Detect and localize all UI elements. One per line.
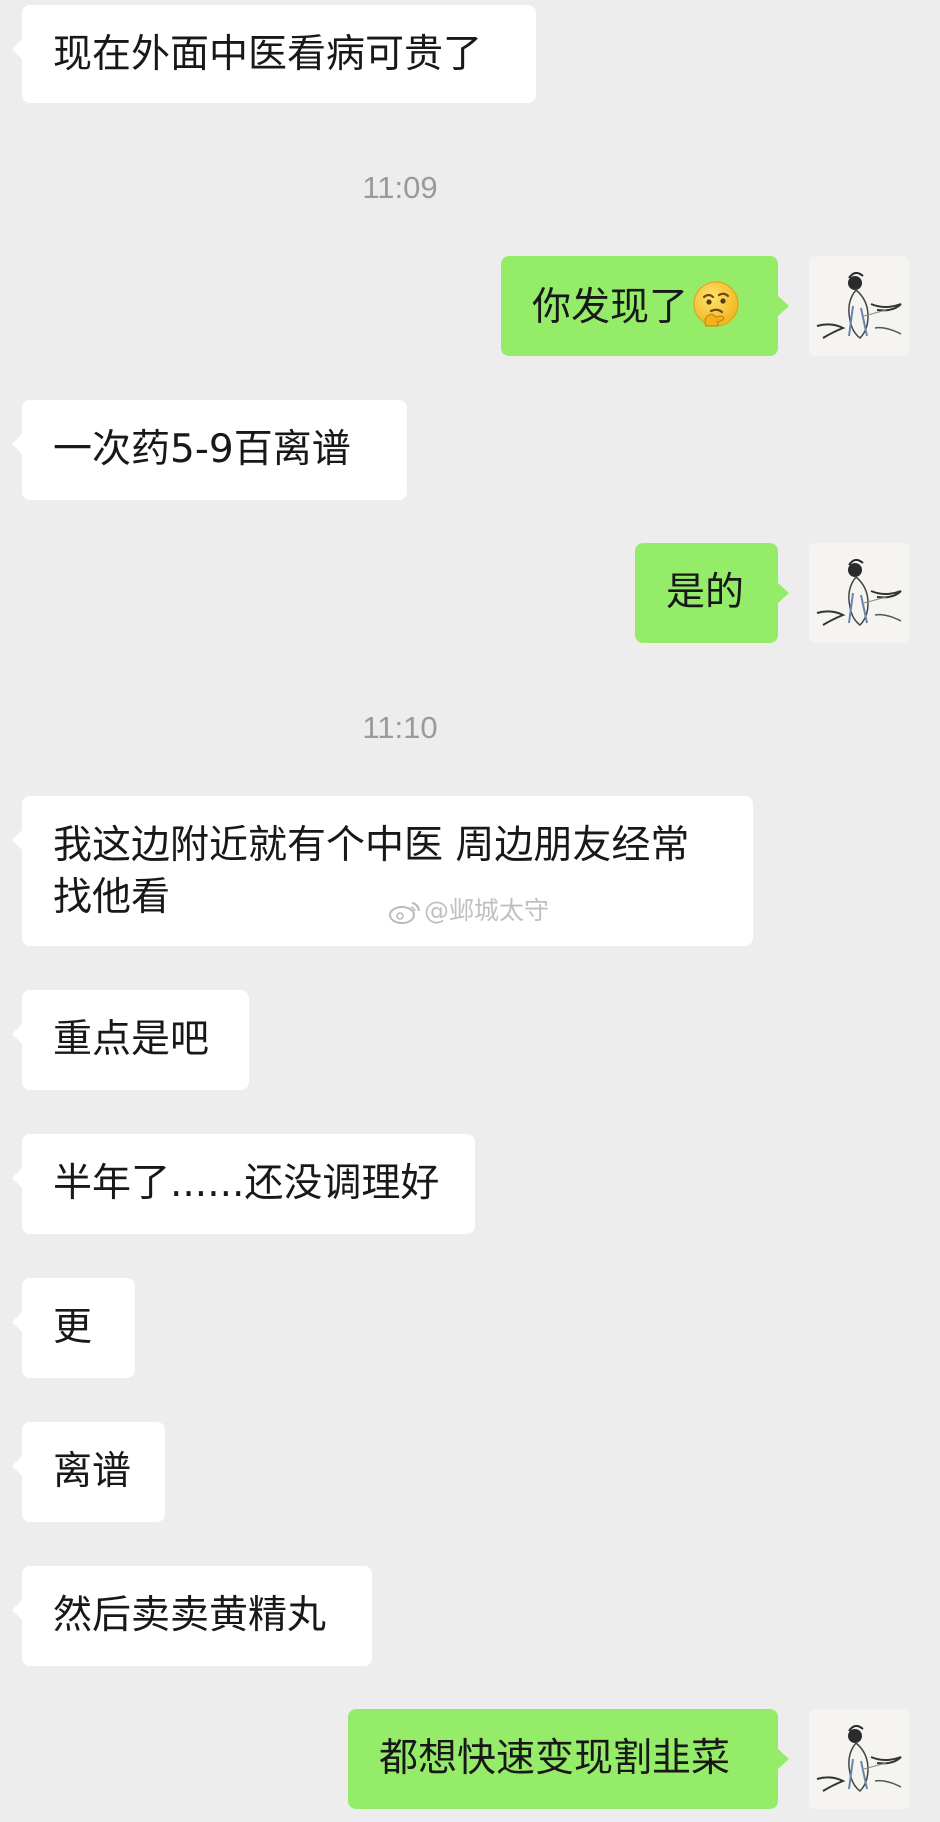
weibo-watermark: @邺城太守 bbox=[388, 891, 549, 931]
message-text: 更 bbox=[53, 1305, 93, 1350]
incoming-message-bubble[interactable]: 重点是吧 bbox=[12, 990, 249, 1090]
timestamp: 11:09 bbox=[362, 170, 438, 205]
ink-painting-avatar-icon bbox=[809, 256, 909, 356]
message-text: 离谱 bbox=[53, 1449, 132, 1494]
message-text: 你发现了 bbox=[532, 285, 689, 330]
message-text: 是的 bbox=[666, 570, 745, 615]
thinking-face-emoji-icon bbox=[692, 280, 740, 342]
watermark-text: @邺城太守 bbox=[424, 896, 550, 925]
chat-message-list[interactable]: 现在外面中医看病可贵了 11:09 你发现了 一次药5-9百离谱 是的 11:1… bbox=[0, 0, 940, 1822]
message-text: 现在外面中医看病可贵了 bbox=[53, 32, 483, 77]
outgoing-message-bubble[interactable]: 是的 bbox=[635, 543, 789, 643]
user-avatar[interactable] bbox=[809, 543, 909, 643]
incoming-message-bubble[interactable]: 一次药5-9百离谱 bbox=[12, 400, 407, 500]
incoming-message-bubble[interactable]: 然后卖卖黄精丸 bbox=[12, 1566, 372, 1666]
incoming-message-bubble[interactable]: 半年了......还没调理好 bbox=[12, 1134, 475, 1234]
message-text: 我这边附近就有个中医 周边朋友经常找他看 bbox=[53, 823, 690, 920]
incoming-message-bubble[interactable]: 更 bbox=[12, 1278, 135, 1378]
ink-painting-avatar-icon bbox=[809, 543, 909, 643]
weibo-logo-icon bbox=[388, 899, 422, 931]
incoming-message-bubble[interactable]: 现在外面中医看病可贵了 bbox=[12, 5, 536, 103]
incoming-message-bubble[interactable]: 离谱 bbox=[12, 1422, 165, 1522]
outgoing-message-bubble[interactable]: 你发现了 bbox=[501, 256, 789, 356]
ink-painting-avatar-icon bbox=[809, 1709, 909, 1809]
message-text: 重点是吧 bbox=[53, 1017, 210, 1062]
user-avatar[interactable] bbox=[809, 1709, 909, 1809]
message-text: 都想快速变现割韭菜 bbox=[379, 1736, 731, 1781]
message-text: 一次药5-9百离谱 bbox=[53, 427, 351, 472]
outgoing-message-bubble[interactable]: 都想快速变现割韭菜 bbox=[348, 1709, 789, 1809]
user-avatar[interactable] bbox=[809, 256, 909, 356]
message-text: 半年了......还没调理好 bbox=[53, 1161, 440, 1206]
timestamp: 11:10 bbox=[362, 710, 438, 745]
message-text: 然后卖卖黄精丸 bbox=[53, 1593, 327, 1638]
